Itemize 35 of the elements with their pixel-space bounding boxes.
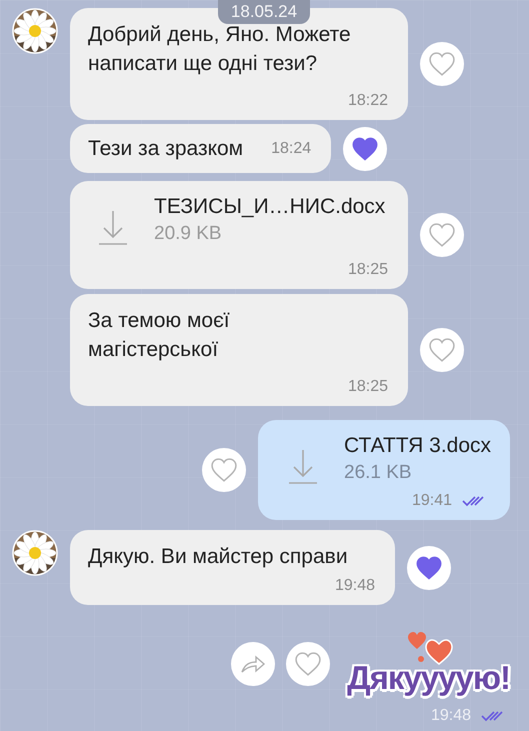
download-icon[interactable] — [288, 448, 318, 484]
message-time: 18:25 — [348, 261, 388, 279]
like-button[interactable] — [202, 448, 246, 492]
message-time: 19:48 — [334, 577, 375, 595]
sticker-text: Дякуууую! — [347, 659, 510, 697]
message-text: Дякую. Ви майстер справи — [88, 544, 349, 570]
message-text: Добрий день, Яно. Можете написати ще одні тези? — [88, 22, 352, 77]
share-icon — [240, 654, 266, 674]
message-time: 19:41 — [412, 492, 452, 510]
heart-icon — [352, 136, 378, 160]
like-button[interactable] — [343, 126, 388, 170]
file-size: 20.9 KB — [154, 222, 223, 246]
share-button[interactable] — [231, 642, 276, 686]
message-time: 19:48 — [430, 707, 471, 725]
like-button[interactable] — [420, 328, 464, 372]
heart-icon — [211, 458, 237, 482]
download-icon[interactable] — [98, 209, 128, 245]
heart-icon — [416, 556, 442, 580]
heart-icon — [429, 338, 455, 362]
file-name: СТАТТЯ 3.docx — [344, 433, 492, 459]
heart-icon — [429, 223, 455, 247]
like-button[interactable] — [407, 546, 451, 590]
message-time: 18:25 — [348, 378, 388, 396]
message-text: За темою моєї магістерської — [88, 308, 231, 363]
message-time: 18:24 — [271, 140, 312, 158]
heart-icon — [429, 52, 455, 76]
like-button[interactable] — [420, 213, 464, 257]
file-size: 26.1 KB — [344, 461, 413, 485]
message-text: Тези за зразком — [88, 136, 244, 162]
date-badge: 18.05.24 — [218, 0, 310, 24]
message-time: 18:22 — [348, 92, 388, 110]
heart-icon — [295, 652, 322, 676]
like-button[interactable] — [286, 642, 330, 686]
file-name: ТЕЗИСЫ_И…НИС.docx — [154, 194, 386, 220]
like-button[interactable] — [420, 42, 464, 86]
